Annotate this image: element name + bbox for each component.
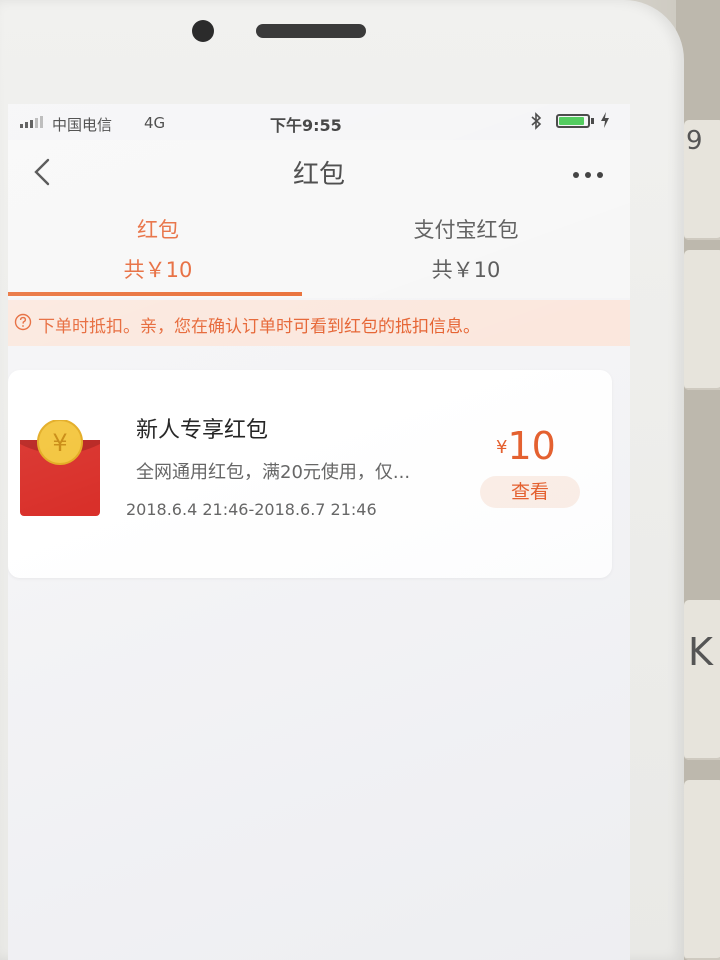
tab-total: 共￥10 (431, 258, 501, 282)
key-label: K (688, 630, 713, 674)
phone-body: 中国电信 4G 下午9:55 红包 红包 共￥10 支付宝红包 共￥10 下单时… (0, 0, 684, 960)
phone-screen: 中国电信 4G 下午9:55 红包 红包 共￥10 支付宝红包 共￥10 下单时… (8, 104, 630, 960)
view-button[interactable]: 查看 (480, 476, 580, 508)
keyboard-key: K (684, 600, 720, 760)
tab-alipay-red-packet[interactable]: 支付宝红包 共￥10 (316, 214, 616, 298)
network-type: 4G (144, 114, 166, 132)
charging-icon (600, 112, 610, 132)
tab-label: 支付宝红包 (413, 218, 519, 242)
coupon-validity: 2018.6.4 21:46-2018.6.7 21:46 (126, 500, 377, 519)
tab-label: 红包 (137, 218, 179, 242)
active-tab-indicator (8, 292, 302, 296)
keyboard-key (684, 250, 720, 390)
tab-red-packet[interactable]: 红包 共￥10 (8, 214, 308, 298)
question-circle-icon (14, 313, 32, 331)
coin-symbol: ¥ (52, 429, 67, 457)
more-dots-icon (573, 172, 603, 178)
red-packet-card[interactable]: ¥ 新人专享红包 全网通用红包，满20元使用，仅... 2018.6.4 21:… (8, 370, 612, 578)
battery-icon (556, 114, 590, 128)
battery-level (559, 117, 585, 125)
coupon-amount: ¥10 (496, 424, 556, 468)
red-envelope-icon: ¥ (20, 420, 100, 516)
currency-symbol: ¥ (496, 437, 508, 458)
amount-value: 10 (507, 424, 556, 468)
more-button[interactable] (568, 166, 608, 178)
signal-icon (20, 116, 43, 128)
coupon-title: 新人专享红包 (136, 418, 269, 443)
carrier-name: 中国电信 (52, 116, 113, 134)
tab-total: 共￥10 (123, 258, 193, 282)
keyboard-key: 9 (684, 120, 720, 240)
status-time: 下午9:55 (270, 116, 342, 135)
bluetooth-icon (530, 112, 542, 134)
earpiece-speaker (256, 24, 366, 38)
key-label: 9 (686, 126, 703, 156)
tab-bar: 红包 共￥10 支付宝红包 共￥10 (8, 204, 630, 298)
front-camera (192, 20, 214, 42)
battery-tip (591, 118, 594, 124)
navigation-bar: 红包 (8, 140, 630, 204)
coupon-description: 全网通用红包，满20元使用，仅... (136, 462, 411, 483)
status-bar: 中国电信 4G 下午9:55 (8, 104, 630, 140)
page-title: 红包 (292, 160, 345, 190)
notice-text: 下单时抵扣。亲，您在确认订单时可看到红包的抵扣信息。 (38, 317, 480, 337)
deduction-notice: 下单时抵扣。亲，您在确认订单时可看到红包的抵扣信息。 (8, 300, 630, 346)
keyboard-key (684, 780, 720, 960)
